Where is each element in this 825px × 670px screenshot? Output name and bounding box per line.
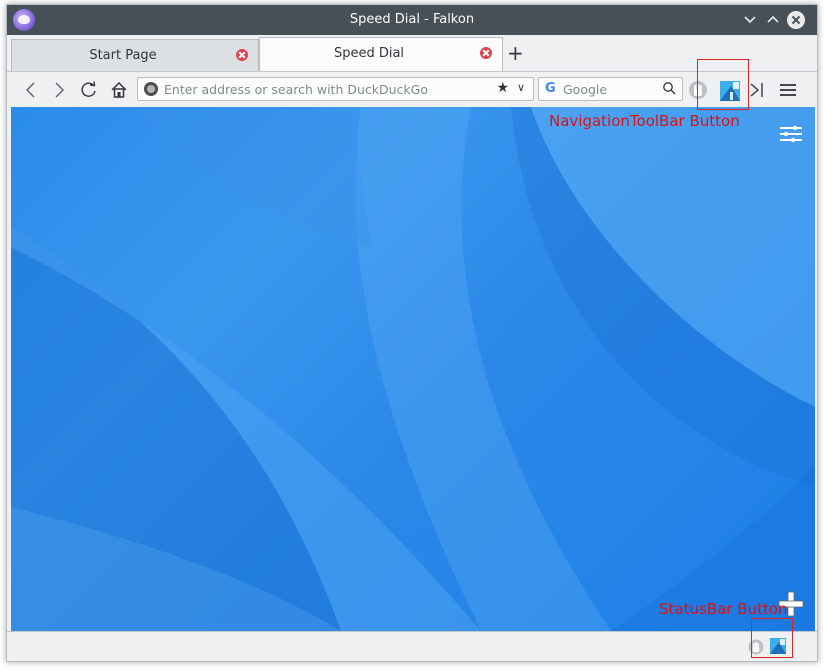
close-window-button[interactable] [787,11,805,29]
tab-close-icon[interactable] [480,47,492,59]
close-icon [787,11,805,29]
statusbar-annotation: StatusBar Button [659,600,788,618]
back-button[interactable] [21,80,41,100]
speed-dial-page [11,107,815,631]
google-icon[interactable]: G [545,81,556,96]
tab-label: Start Page [89,48,157,63]
chevron-up-icon [767,15,779,23]
new-tab-button[interactable]: + [507,41,524,65]
reload-button[interactable] [79,80,99,100]
settings-sliders-icon [780,125,802,143]
window-title: Speed Dial - Falkon [349,12,475,27]
search-bar[interactable]: G [538,77,683,101]
navigation-toolbar: ★ ∨ G [7,71,817,107]
globe-icon [144,82,158,96]
forward-button[interactable] [49,80,69,100]
home-icon [111,81,127,98]
status-bar [7,631,817,661]
bookmark-star-icon[interactable]: ★ [496,80,509,96]
tab-bar: Start Page Speed Dial + [7,35,817,71]
minimize-button[interactable] [741,11,759,29]
wallpaper-background [11,107,815,631]
chevron-down-icon[interactable]: ∨ [517,81,525,94]
main-menu-button[interactable] [778,81,798,99]
hamburger-menu-icon [780,84,796,96]
reload-icon [81,81,96,97]
sidebar-arrow-icon [750,83,763,97]
forward-arrow-icon [55,82,64,98]
navigation-toolbar-annotation: NavigationToolBar Button [549,112,740,130]
sidebar-toggle-button[interactable] [748,80,766,100]
speed-dial-settings-button[interactable] [779,124,803,144]
tab-speed-dial[interactable]: Speed Dial [259,37,503,71]
home-button[interactable] [109,80,129,100]
address-input[interactable] [164,80,484,98]
search-input[interactable] [563,80,653,98]
back-arrow-icon [26,82,35,98]
title-bar: Speed Dial - Falkon [7,5,817,35]
address-bar[interactable]: ★ ∨ [137,77,534,101]
statusbar-button-highlight [751,618,793,658]
chevron-down-icon [744,16,756,24]
navigation-toolbar-button-highlight [697,59,749,110]
tab-close-icon[interactable] [236,49,248,61]
tab-label: Speed Dial [333,46,405,61]
tab-start-page[interactable]: Start Page [11,39,259,71]
search-icon[interactable] [662,81,676,95]
maximize-button[interactable] [764,11,782,29]
